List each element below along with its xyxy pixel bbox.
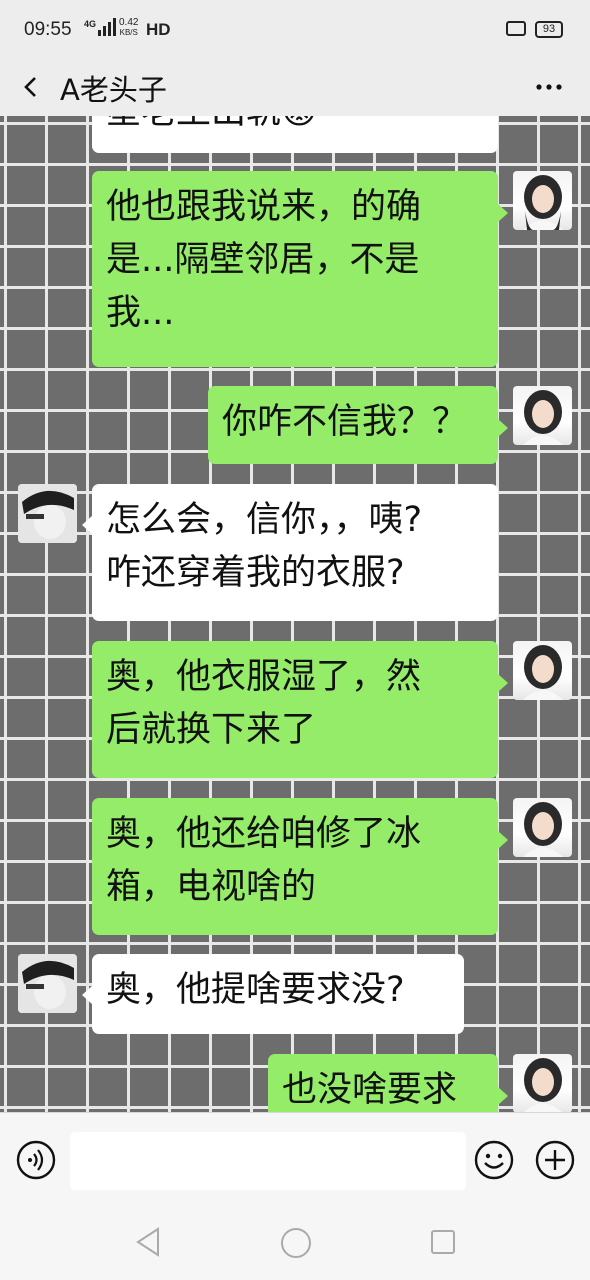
message-text-line: 后就换下来了 (106, 710, 317, 750)
bubble-tail (498, 831, 508, 849)
battery-icon: 93 (535, 21, 563, 38)
message-text-line: 怎么会，信你，，咦? (106, 500, 423, 540)
emoji-icon[interactable] (473, 1139, 515, 1181)
bubble-tail (498, 1087, 508, 1105)
bubble-tail (498, 419, 508, 437)
woman-portrait-icon (523, 175, 563, 230)
circle-home-icon[interactable] (280, 1227, 312, 1259)
network-type: 4G (84, 19, 97, 29)
chat-message-list[interactable]: 星老王出轨😡 他也跟我说来，的确 是...隔壁邻居，不是 我... 你咋不信我？… (0, 116, 590, 1112)
voice-icon[interactable] (15, 1139, 57, 1181)
message-text-line: 我... (106, 293, 175, 333)
square-recent-icon[interactable] (429, 1228, 457, 1256)
notification-muted-icon (506, 21, 526, 36)
status-time: 09:55 (24, 19, 72, 40)
man-portrait-icon (18, 954, 77, 1013)
triangle-back-icon[interactable] (134, 1225, 164, 1259)
chevron-left-icon[interactable] (14, 70, 48, 104)
system-nav-bar (0, 1207, 590, 1280)
message-bubble-received[interactable]: 星老王出轨😡 (92, 116, 498, 153)
message-input[interactable] (70, 1132, 466, 1190)
message-text-line: 是...隔壁邻居，不是 (106, 240, 420, 280)
more-dots-icon[interactable] (530, 70, 570, 104)
signal-icon (98, 18, 116, 36)
self-avatar[interactable] (513, 798, 572, 857)
bubble-tail (82, 986, 92, 1004)
self-avatar[interactable] (513, 171, 572, 230)
message-bubble-sent[interactable]: 也没啥要求 (268, 1054, 498, 1112)
chat-header: A老头子 (0, 58, 590, 116)
self-avatar[interactable] (513, 386, 572, 445)
hd-badge: HD (146, 20, 171, 39)
chat-input-bar (0, 1112, 590, 1208)
message-text-line: 咋还穿着我的衣服? (106, 553, 405, 593)
message-bubble-sent[interactable]: 奥，他衣服湿了，然 后就换下来了 (92, 641, 498, 778)
message-text: 你咋不信我？？ (222, 402, 468, 442)
message-text-line: 他也跟我说来，的确 (106, 187, 422, 227)
plus-icon[interactable] (534, 1139, 576, 1181)
battery-level: 93 (542, 23, 556, 35)
woman-portrait-icon (523, 802, 563, 857)
message-bubble-sent[interactable]: 你咋不信我？？ (208, 386, 498, 464)
bubble-tail (82, 516, 92, 534)
message-text: 星老王出轨😡 (106, 116, 318, 132)
message-bubble-sent[interactable]: 奥，他还给咱修了冰 箱，电视啥的 (92, 798, 498, 935)
network-speed: 0.42 KB/S (119, 18, 138, 38)
message-bubble-sent[interactable]: 他也跟我说来，的确 是...隔壁邻居，不是 我... (92, 171, 498, 367)
message-text-line: 奥，他衣服湿了，然 (106, 657, 422, 697)
message-bubble-received[interactable]: 怎么会，信你，，咦? 咋还穿着我的衣服? (92, 484, 498, 621)
message-text: 奥，他提啥要求没? (106, 970, 405, 1010)
woman-portrait-icon (524, 1058, 562, 1112)
woman-portrait-icon (523, 390, 563, 445)
status-bar: 09:55 4G 0.42 KB/S HD 93 (0, 0, 590, 58)
message-text-line: 奥，他还给咱修了冰 (106, 814, 422, 854)
contact-avatar[interactable] (18, 484, 77, 543)
speed-unit: KB/S (119, 28, 138, 37)
self-avatar[interactable] (513, 641, 572, 700)
bubble-tail (498, 674, 508, 692)
contact-avatar[interactable] (18, 954, 77, 1013)
message-bubble-received[interactable]: 奥，他提啥要求没? (92, 954, 464, 1034)
man-portrait-icon (18, 484, 77, 543)
bubble-tail (498, 204, 508, 222)
chat-title: A老头子 (60, 73, 167, 107)
message-text: 也没啥要求 (282, 1070, 458, 1110)
self-avatar[interactable] (513, 1054, 572, 1112)
speed-value: 0.42 (119, 17, 139, 28)
woman-portrait-icon (523, 645, 563, 700)
message-text-line: 箱，电视啥的 (106, 867, 317, 907)
